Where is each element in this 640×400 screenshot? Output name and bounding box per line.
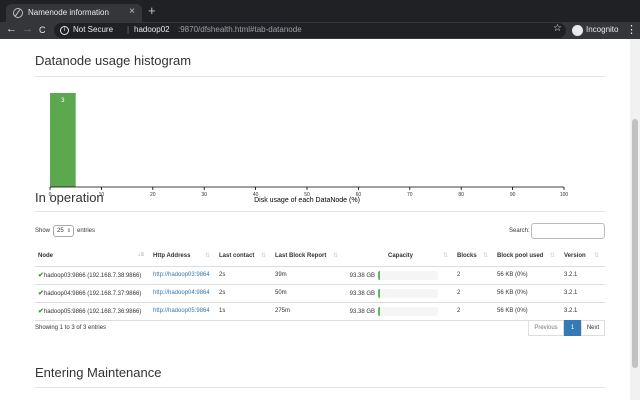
back-icon[interactable]: ← <box>6 23 17 35</box>
column-header-last-block-report[interactable]: Last Block Report ⇅ <box>272 246 344 267</box>
info-icon[interactable]: i <box>60 26 69 35</box>
version: 3.2.1 <box>561 284 605 303</box>
sort-icon: ⇅ <box>593 253 599 259</box>
column-header-blocks[interactable]: Blocks ⇅ <box>454 246 494 267</box>
x-tick-label: 80 <box>458 192 464 198</box>
browser-toolbar: ← → C i Not Secure | hadoop02 :9870/dfsh… <box>0 22 640 39</box>
x-tick-label: 20 <box>150 192 156 198</box>
version: 3.2.1 <box>561 302 605 321</box>
last-block-report: 39m <box>272 266 344 285</box>
incognito-icon[interactable] <box>572 25 583 36</box>
url-host: hadoop02 <box>134 25 170 34</box>
blocks: 2 <box>454 266 494 285</box>
last-contact: 2s <box>216 266 272 285</box>
node-name: hadoop05:9866 (192.168.7.36:9866) <box>43 309 142 315</box>
search-input[interactable] <box>531 223 605 239</box>
column-header-capacity[interactable]: Capacity ⇅ <box>344 246 454 267</box>
pagination-previous[interactable]: Previous <box>528 320 564 336</box>
sort-icon: ⇅ <box>260 253 266 259</box>
entering-maintenance-heading: Entering Maintenance <box>35 365 162 380</box>
sort-icon: ⇅ <box>549 253 555 259</box>
last-block-report: 50m <box>272 284 344 303</box>
blocks: 2 <box>454 284 494 303</box>
sort-icon: ⇅ <box>442 253 448 259</box>
pagination-next[interactable]: Next <box>581 320 605 336</box>
forward-icon[interactable]: → <box>22 23 33 35</box>
page-scrollbar-thumb[interactable] <box>632 119 638 368</box>
x-tick-label: 90 <box>510 192 516 198</box>
node-name: hadoop04:9866 (192.168.7.37:9866) <box>43 291 142 297</box>
not-secure-label: Not Secure <box>73 25 114 34</box>
browser-tab[interactable]: Namenode information × <box>6 4 142 22</box>
datanode-table: Node ↓≡ Http Address ⇅ Last contact ⇅ Last … <box>35 246 605 321</box>
url-separator: | <box>127 25 130 34</box>
incognito-label: Incognito <box>586 25 619 34</box>
block-pool-used: 56 KB (0%) <box>494 266 561 285</box>
reload-icon[interactable]: C <box>39 25 46 35</box>
column-header-block-pool-used[interactable]: Block pool used ⇅ <box>494 246 561 267</box>
pagination-page-1[interactable]: 1 <box>564 320 581 336</box>
browser-menu-icon[interactable]: ⋮ <box>626 23 637 36</box>
url-path: :9870/dfshealth.html#tab-datanode <box>178 25 302 34</box>
table-summary: Showing 1 to 3 of 3 entries <box>35 325 107 331</box>
browser-tab-strip: Namenode information × + <box>0 0 640 22</box>
capacity-value: 93.38 GB <box>349 308 375 315</box>
entries-select[interactable]: 25 ⇕ <box>53 225 74 237</box>
tab-close-icon[interactable]: × <box>129 6 135 17</box>
page-content: Datanode usage histogram 3 0 10 20 30 40 50 60 7… <box>0 39 640 400</box>
in-operation-heading: In operation <box>35 190 104 205</box>
usage-histogram-chart: 30 10 20 30 40 50 60 70 80 90 100Disk usage of eac… <box>49 93 569 204</box>
x-tick-label: 30 <box>201 192 207 198</box>
blocks: 2 <box>454 302 494 321</box>
divider <box>35 76 605 77</box>
x-tick-label: 70 <box>407 192 413 198</box>
x-axis-label: Disk usage of each DataNode (%) <box>254 197 360 204</box>
column-header-version[interactable]: Version ⇅ <box>561 246 605 267</box>
table-row: ✔hadoop03:9866 (192.168.7.38:9866) http:… <box>35 266 605 285</box>
table-header-row: Node ↓≡ Http Address ⇅ Last contact ⇅ Last … <box>35 246 605 267</box>
divider <box>35 387 605 388</box>
http-address-link[interactable]: http://hadoop04:9864 <box>153 290 210 296</box>
sort-icon: ↓≡ <box>137 252 144 258</box>
histogram-bar <box>50 93 76 187</box>
column-header-http-address[interactable]: Http Address ⇅ <box>150 246 216 267</box>
column-header-node[interactable]: Node ↓≡ <box>35 246 150 267</box>
node-name: hadoop03:9866 (192.168.7.38:9866) <box>43 273 142 279</box>
sort-icon: ⇅ <box>332 253 338 259</box>
version: 3.2.1 <box>561 266 605 285</box>
histogram-heading: Datanode usage histogram <box>35 53 192 68</box>
http-address-link[interactable]: http://hadoop05:9864 <box>153 308 210 314</box>
table-row: ✔hadoop04:9866 (192.168.7.37:9866) http:… <box>35 284 605 303</box>
capacity-value: 93.38 GB <box>349 272 375 279</box>
address-bar[interactable]: i Not Secure | hadoop02 :9870/dfshealth.… <box>54 23 566 38</box>
column-header-last-contact[interactable]: Last contact ⇅ <box>216 246 272 267</box>
capacity-bar <box>378 270 438 280</box>
last-block-report: 275m <box>272 302 344 321</box>
entries-select-value: 25 <box>57 228 64 234</box>
globe-icon <box>13 8 23 18</box>
search-label: Search: <box>509 228 530 234</box>
divider <box>35 211 605 212</box>
new-tab-icon[interactable]: + <box>148 3 156 18</box>
block-pool-used: 56 KB (0%) <box>494 302 561 321</box>
sort-icon: ⇅ <box>204 253 210 259</box>
capacity-bar-fill <box>378 306 380 316</box>
x-tick-label: 100 <box>560 192 569 198</box>
capacity-bar-fill <box>378 288 380 298</box>
sort-icon: ⇅ <box>482 253 488 259</box>
chevron-up-down-icon: ⇕ <box>66 228 71 234</box>
tab-title: Namenode information <box>28 8 109 17</box>
table-row: ✔hadoop05:9866 (192.168.7.36:9866) http:… <box>35 302 605 321</box>
block-pool-used: 56 KB (0%) <box>494 284 561 303</box>
capacity-value: 93.38 GB <box>349 290 375 297</box>
last-contact: 1s <box>216 302 272 321</box>
bookmark-star-icon[interactable]: ☆ <box>553 23 562 34</box>
capacity-bar <box>378 288 438 298</box>
capacity-bar <box>378 306 438 316</box>
show-label: Show <box>35 228 51 234</box>
entries-label: entries <box>77 228 96 234</box>
capacity-bar-fill <box>378 270 380 280</box>
http-address-link[interactable]: http://hadoop03:9864 <box>153 272 210 278</box>
last-contact: 2s <box>216 284 272 303</box>
